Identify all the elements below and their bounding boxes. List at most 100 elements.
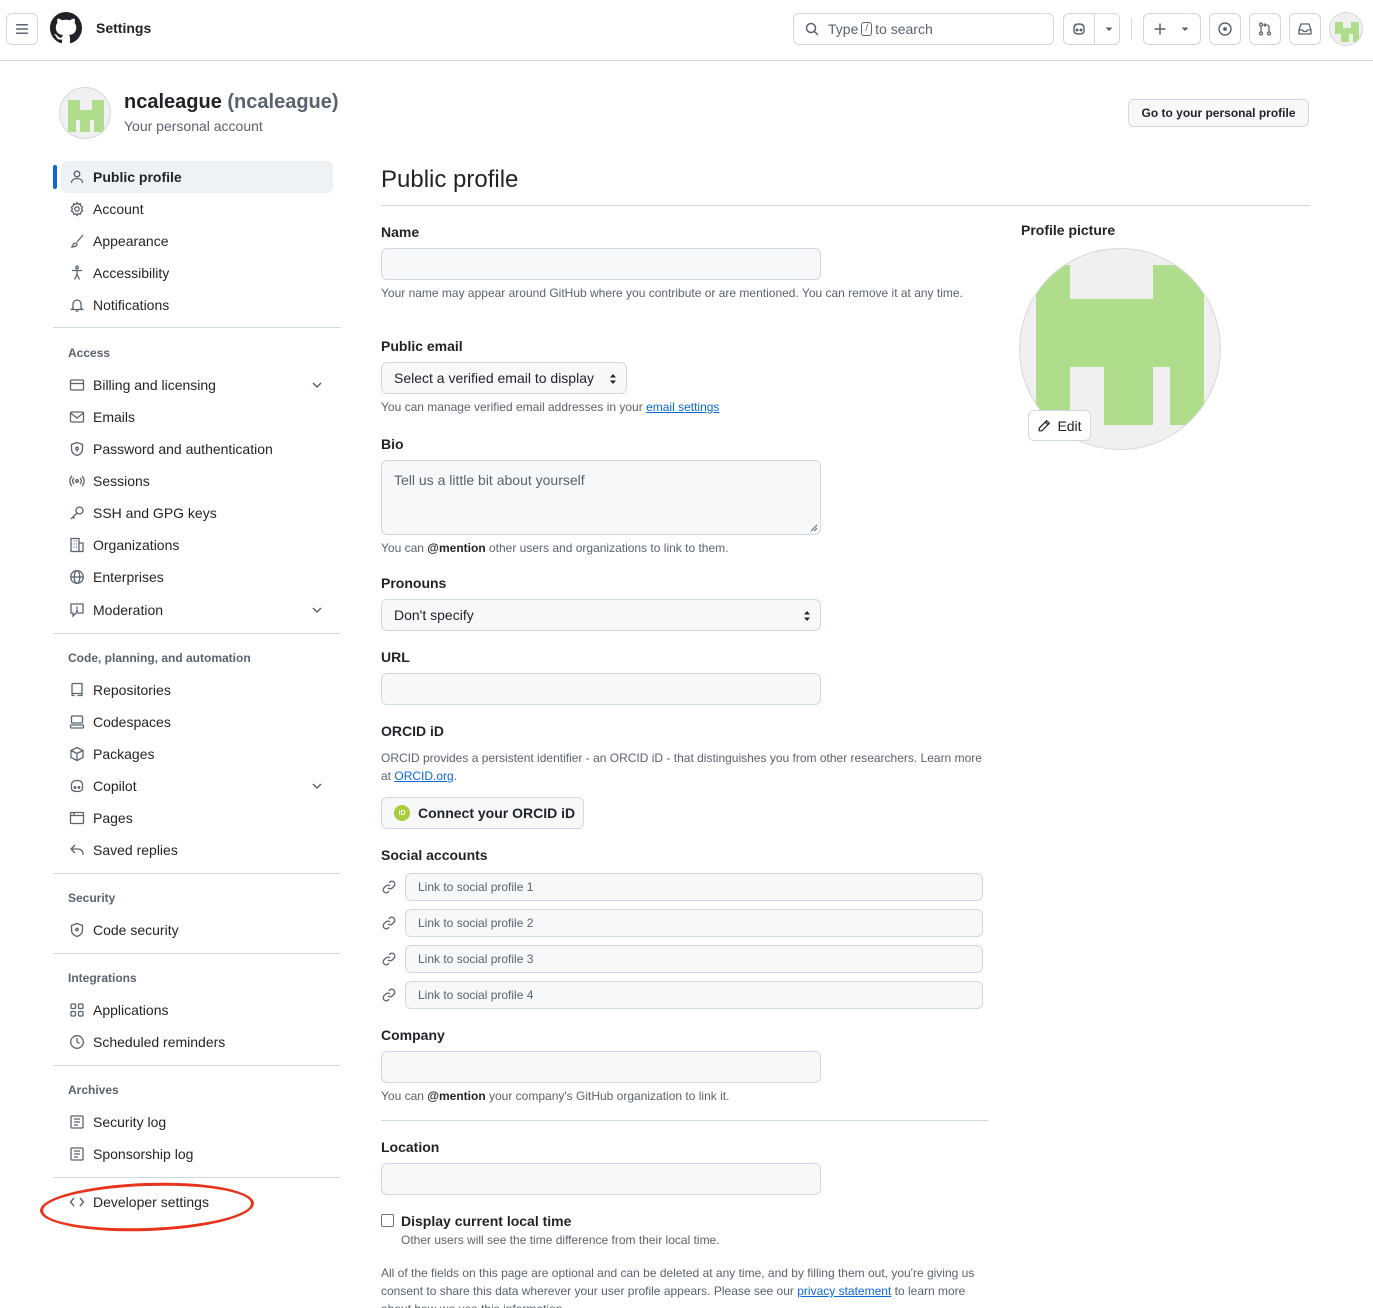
privacy-statement-link[interactable]: privacy statement: [797, 1284, 891, 1298]
sidebar-item-codespaces[interactable]: Codespaces: [61, 706, 333, 738]
sidebar-item-security-log[interactable]: Security log: [61, 1106, 333, 1138]
globe-icon: [69, 569, 85, 585]
social-profile-input-2[interactable]: [405, 909, 983, 937]
local-time-label[interactable]: Display current local time: [401, 1213, 571, 1229]
chevron-down-icon: [312, 783, 322, 790]
sidebar-item-repositories[interactable]: Repositories: [61, 674, 333, 706]
sidebar-item-pages[interactable]: Pages: [61, 802, 333, 834]
footer-note: All of the fields on this page are optio…: [381, 1264, 981, 1308]
connect-orcid-button[interactable]: iD Connect your ORCID iD: [381, 797, 584, 829]
select-arrows-icon: [804, 611, 810, 621]
sidebar-item-code-security[interactable]: Code security: [61, 914, 333, 946]
account-name[interactable]: ncaleague (ncaleague): [124, 91, 339, 114]
sidebar-item-moderation[interactable]: Moderation: [61, 594, 333, 626]
sidebar-item-sessions[interactable]: Sessions: [61, 465, 333, 497]
bio-note-text: You can: [381, 541, 424, 555]
header-divider: [1131, 18, 1132, 40]
bio-label: Bio: [381, 436, 404, 452]
organization-icon: [69, 537, 85, 553]
identicon-icon: [68, 100, 104, 132]
copilot-menu-button[interactable]: [1063, 13, 1120, 45]
sidebar-item-account[interactable]: Account: [61, 193, 333, 225]
orcid-link[interactable]: ORCID.org: [394, 769, 453, 783]
email-note: You can manage verified email addresses …: [381, 398, 981, 416]
sidebar-item-ssh-keys[interactable]: SSH and GPG keys: [61, 497, 333, 529]
accessibility-icon: [69, 265, 85, 281]
social-profile-input-3[interactable]: [405, 945, 983, 973]
sidebar-item-enterprises[interactable]: Enterprises: [61, 561, 333, 593]
resize-handle-icon[interactable]: [810, 524, 818, 532]
name-field[interactable]: [381, 248, 821, 280]
company-label: Company: [381, 1027, 445, 1043]
sidebar-divider: [53, 1065, 341, 1066]
sidebar-item-applications[interactable]: Applications: [61, 994, 333, 1026]
inbox-button[interactable]: [1289, 13, 1321, 45]
pronouns-select[interactable]: Don't specify: [381, 599, 821, 631]
name-label: Name: [381, 224, 420, 240]
codespaces-icon: [69, 714, 85, 730]
company-note: You can @mention your company's GitHub o…: [381, 1087, 981, 1105]
hamburger-menu-button[interactable]: [6, 13, 38, 45]
pull-requests-button[interactable]: [1249, 13, 1281, 45]
sidebar-item-label: Password and authentication: [93, 441, 273, 457]
email-settings-link[interactable]: email settings: [646, 400, 719, 414]
search-suffix: to search: [875, 21, 933, 37]
sidebar-item-billing[interactable]: Billing and licensing: [61, 369, 333, 401]
social-profile-input-4[interactable]: [405, 981, 983, 1009]
sidebar-item-public-profile[interactable]: Public profile: [61, 161, 333, 193]
public-email-value: Select a verified email to display: [394, 370, 594, 386]
sidebar-item-accessibility[interactable]: Accessibility: [61, 257, 333, 289]
orcid-label: ORCID iD: [381, 723, 444, 739]
github-logo-icon[interactable]: [50, 12, 82, 44]
bell-icon: [69, 297, 85, 313]
create-new-button[interactable]: [1143, 13, 1201, 45]
repo-icon: [69, 682, 85, 698]
social-row: [381, 909, 983, 937]
sidebar-item-notifications[interactable]: Notifications: [61, 289, 333, 321]
social-profile-input-1[interactable]: [405, 873, 983, 901]
issues-button[interactable]: [1209, 13, 1241, 45]
sidebar-item-appearance[interactable]: Appearance: [61, 225, 333, 257]
bio-textarea[interactable]: Tell us a little bit about yourself: [381, 460, 821, 535]
edit-label: Edit: [1057, 417, 1082, 434]
search-input[interactable]: Type / to search: [793, 13, 1054, 45]
orcid-icon: iD: [394, 805, 410, 821]
sidebar-item-sponsorship-log[interactable]: Sponsorship log: [61, 1138, 333, 1170]
connect-orcid-label: Connect your ORCID iD: [418, 805, 576, 821]
go-to-profile-button[interactable]: Go to your personal profile: [1128, 99, 1309, 127]
sidebar-item-password[interactable]: Password and authentication: [61, 433, 333, 465]
sidebar-item-label: Billing and licensing: [93, 377, 216, 393]
name-note: Your name may appear around GitHub where…: [381, 286, 963, 300]
sidebar-item-label: Public profile: [93, 169, 182, 185]
public-email-select[interactable]: Select a verified email to display: [381, 362, 627, 394]
sidebar-item-packages[interactable]: Packages: [61, 738, 333, 770]
orcid-note: ORCID provides a persistent identifier -…: [381, 749, 991, 785]
key-icon: [69, 505, 85, 521]
edit-profile-picture-button[interactable]: Edit: [1028, 410, 1091, 441]
sidebar-item-scheduled-reminders[interactable]: Scheduled reminders: [61, 1026, 333, 1058]
url-field[interactable]: [381, 673, 821, 705]
sidebar-item-saved-replies[interactable]: Saved replies: [61, 834, 333, 866]
broadcast-icon: [69, 473, 85, 489]
social-row: [381, 981, 983, 1009]
chevron-down-icon: [312, 607, 322, 614]
sidebar-item-copilot[interactable]: Copilot: [61, 770, 333, 802]
search-icon: [805, 22, 819, 36]
company-field[interactable]: [381, 1051, 821, 1083]
user-avatar[interactable]: [1329, 12, 1363, 46]
section-divider: [381, 1120, 988, 1121]
sidebar-item-organizations[interactable]: Organizations: [61, 529, 333, 561]
sidebar-item-label: Repositories: [93, 682, 171, 698]
search-prefix: Type: [828, 21, 859, 37]
sidebar-item-label: Account: [93, 201, 144, 217]
display-local-time-checkbox[interactable]: [381, 1214, 394, 1227]
apps-icon: [69, 1002, 85, 1018]
sidebar-item-emails[interactable]: Emails: [61, 401, 333, 433]
bio-note: You can @mention other users and organiz…: [381, 539, 981, 557]
sidebar-item-label: Organizations: [93, 537, 180, 553]
paintbrush-icon: [69, 233, 85, 249]
location-field[interactable]: [381, 1163, 821, 1195]
sidebar-item-label: Packages: [93, 746, 155, 762]
social-row: [381, 873, 983, 901]
plus-icon: [1154, 23, 1166, 35]
